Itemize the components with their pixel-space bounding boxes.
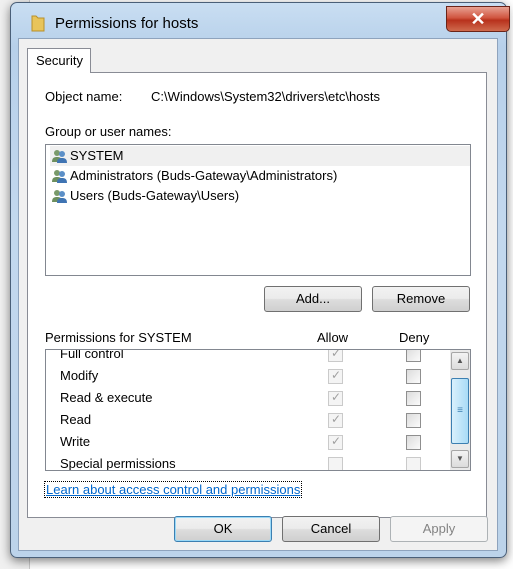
scroll-thumb[interactable]: ≡	[451, 378, 469, 444]
check-icon: ✓	[331, 349, 342, 360]
remove-button[interactable]: Remove	[372, 286, 470, 312]
users-icon	[52, 190, 67, 203]
group-list[interactable]: SYSTEM Administrators (Buds-Gateway\Admin…	[45, 144, 471, 276]
permission-row: Read	[60, 412, 92, 427]
apply-button[interactable]: Apply	[390, 516, 488, 542]
allow-checkbox[interactable]: ✓	[328, 412, 343, 428]
deny-checkbox[interactable]	[406, 435, 421, 450]
check-icon: ✓	[331, 390, 342, 404]
check-icon: ✓	[331, 412, 342, 426]
allow-checkbox[interactable]	[328, 457, 343, 470]
allow-header: Allow	[317, 330, 349, 345]
object-name-value: C:\Windows\System32\drivers\etc\hosts	[151, 89, 381, 104]
object-name-label: Object name:	[45, 89, 123, 104]
allow-checkbox[interactable]: ✓	[328, 368, 343, 384]
folder-icon	[31, 15, 45, 32]
close-button[interactable]: ✕	[446, 6, 510, 32]
add-button[interactable]: Add...	[264, 286, 362, 312]
allow-checkbox[interactable]: ✓	[328, 390, 343, 406]
window-title: Permissions for hosts	[55, 15, 199, 32]
users-icon	[52, 150, 67, 163]
permission-row: Full control	[60, 349, 124, 361]
scrollbar[interactable]: ▲ ≡ ▼	[450, 350, 470, 470]
tab-security[interactable]: Security	[27, 48, 91, 73]
group-names-label: Group or user names:	[45, 124, 172, 139]
permissions-list: ▲ ≡ ▼ Full control ✓ Modify ✓ Read & execute…	[45, 349, 471, 471]
users-icon	[52, 170, 67, 183]
permission-row: Modify	[60, 368, 99, 383]
deny-checkbox[interactable]	[406, 457, 421, 470]
permission-row: Read & execute	[60, 390, 153, 405]
permissions-label: Permissions for SYSTEM	[45, 330, 192, 345]
cancel-button[interactable]: Cancel	[282, 516, 380, 542]
check-icon: ✓	[331, 368, 342, 382]
ok-button[interactable]: OK	[174, 516, 272, 542]
list-item[interactable]: Administrators (Buds-Gateway\Administrat…	[50, 166, 470, 186]
group-name: Users (Buds-Gateway\Users)	[70, 188, 240, 203]
group-name: SYSTEM	[70, 148, 124, 163]
scroll-down-button[interactable]: ▼	[451, 450, 469, 468]
group-name: Administrators (Buds-Gateway\Administrat…	[70, 168, 338, 183]
check-icon: ✓	[331, 434, 342, 448]
scroll-up-button[interactable]: ▲	[451, 352, 469, 370]
list-item[interactable]: Users (Buds-Gateway\Users)	[50, 186, 470, 206]
deny-checkbox[interactable]	[406, 413, 421, 428]
learn-more-link[interactable]: Learn about access control and permissio…	[43, 481, 303, 498]
deny-checkbox[interactable]	[406, 369, 421, 384]
deny-header: Deny	[399, 330, 430, 345]
permission-row: Write	[60, 434, 91, 449]
allow-checkbox[interactable]: ✓	[328, 349, 343, 362]
deny-checkbox[interactable]	[406, 350, 421, 362]
deny-checkbox[interactable]	[406, 391, 421, 406]
list-item[interactable]: SYSTEM	[50, 146, 470, 166]
allow-checkbox[interactable]: ✓	[328, 434, 343, 450]
permission-row: Special permissions	[60, 456, 176, 471]
